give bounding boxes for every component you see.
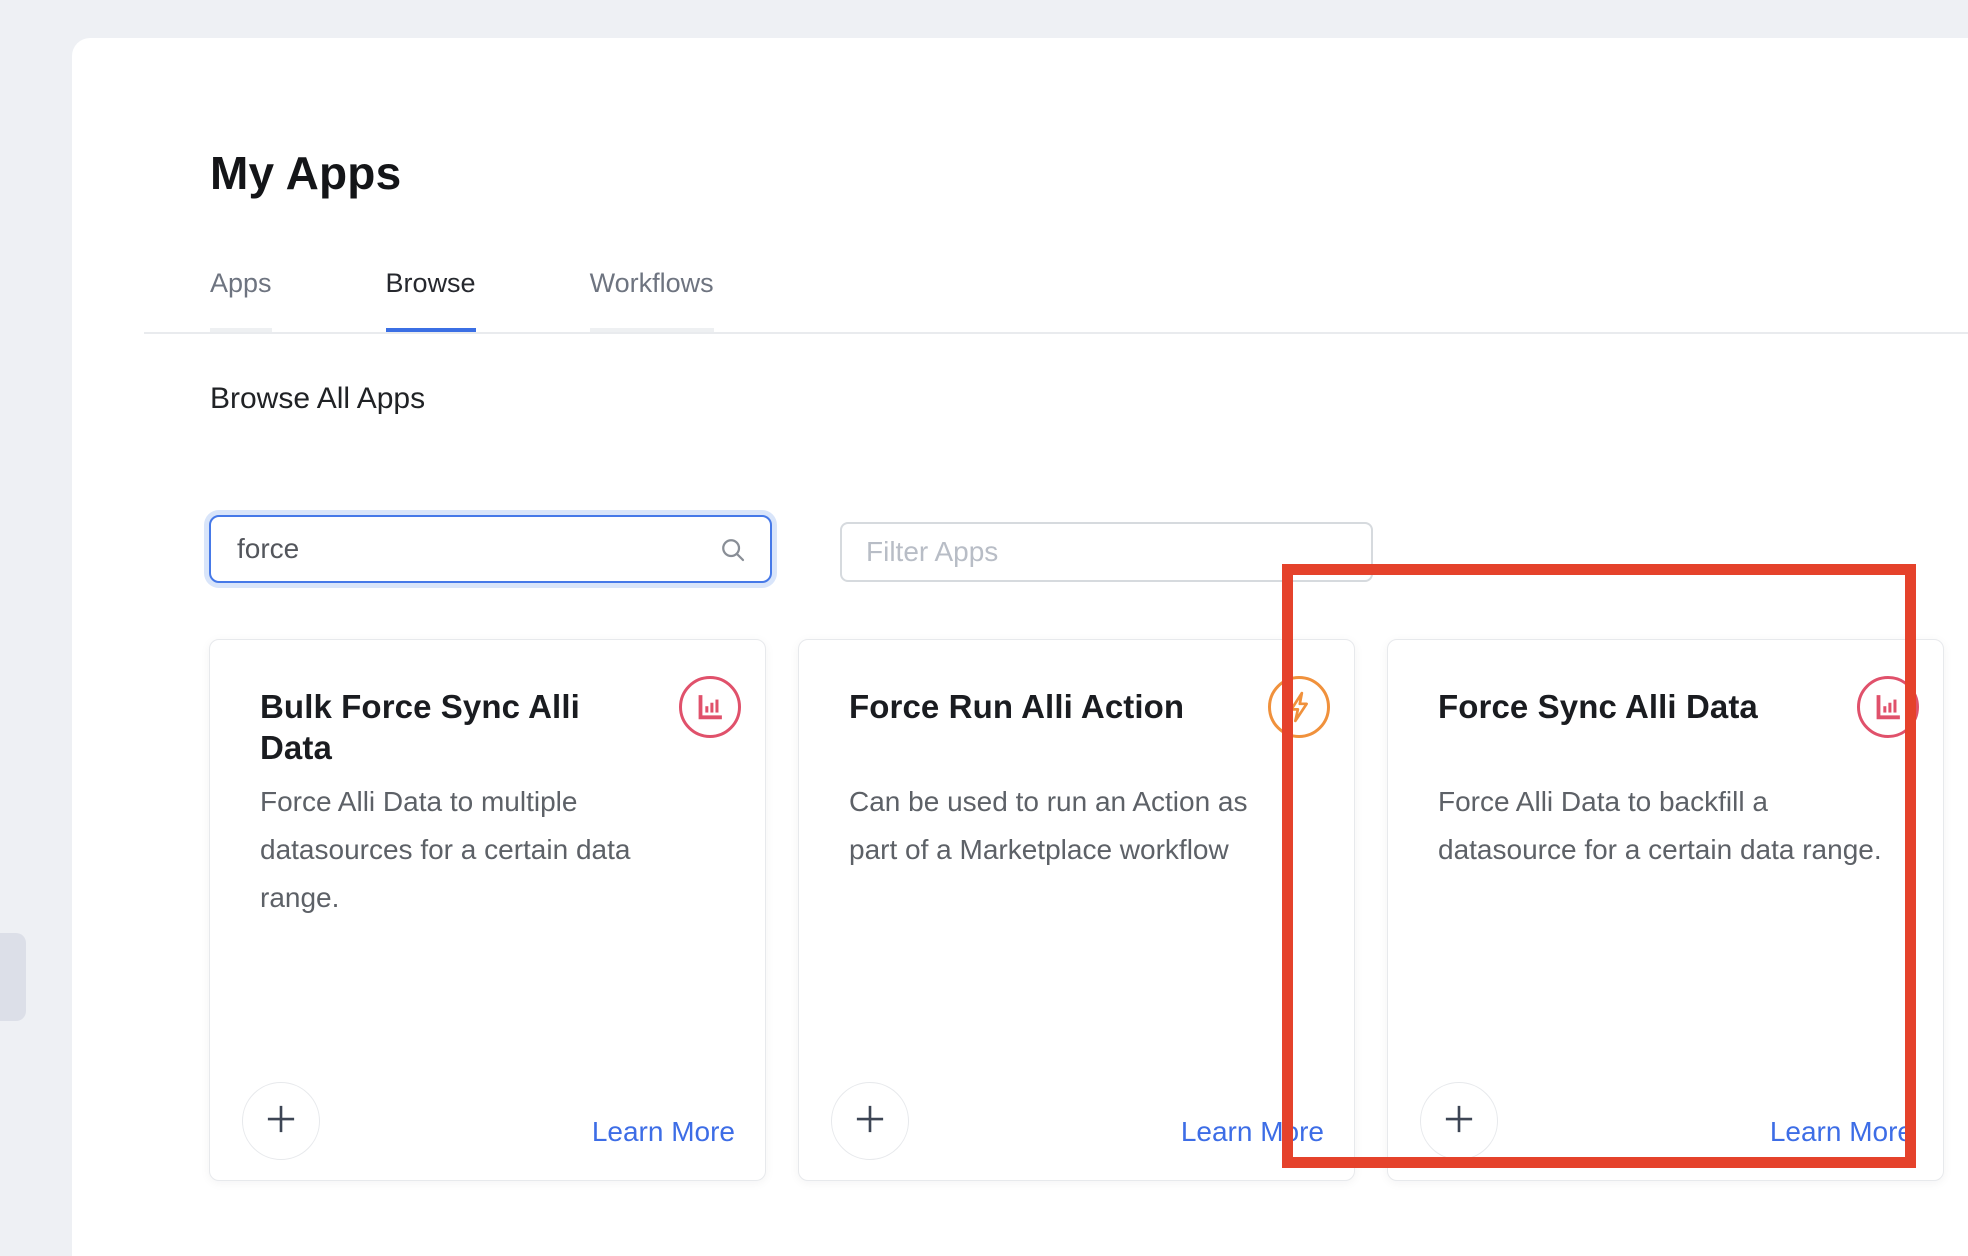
filter-apps-input[interactable] xyxy=(842,524,1371,580)
card-title: Bulk Force Sync Alli Data xyxy=(260,686,660,769)
plus-icon xyxy=(260,1098,302,1145)
plus-icon xyxy=(849,1098,891,1145)
search-icon xyxy=(718,535,748,565)
app-card-bulk-force-sync-alli-data[interactable]: Bulk Force Sync Alli Data Force Alli Dat… xyxy=(209,639,766,1181)
card-description: Force Alli Data to multiple datasources … xyxy=(260,778,710,922)
card-description: Can be used to run an Action as part of … xyxy=(849,778,1299,874)
filter-field-wrap xyxy=(840,522,1373,582)
lightning-icon xyxy=(1268,676,1330,738)
learn-more-link[interactable]: Learn More xyxy=(1770,1116,1913,1148)
tab-bar: Apps Browse Workflows xyxy=(210,268,714,332)
card-title: Force Run Alli Action xyxy=(849,686,1249,727)
learn-more-link[interactable]: Learn More xyxy=(1181,1116,1324,1148)
plus-icon xyxy=(1438,1098,1480,1145)
add-app-button[interactable] xyxy=(831,1082,909,1160)
app-card-force-run-alli-action[interactable]: Force Run Alli Action Can be used to run… xyxy=(798,639,1355,1181)
page-title: My Apps xyxy=(210,146,401,200)
add-app-button[interactable] xyxy=(1420,1082,1498,1160)
tab-workflows[interactable]: Workflows xyxy=(590,268,714,332)
add-app-button[interactable] xyxy=(242,1082,320,1160)
card-description: Force Alli Data to backfill a datasource… xyxy=(1438,778,1888,874)
app-card-force-sync-alli-data[interactable]: Force Sync Alli Data Force Alli Data to … xyxy=(1387,639,1944,1181)
bar-chart-icon xyxy=(1857,676,1919,738)
tab-browse[interactable]: Browse xyxy=(386,268,476,332)
left-rail-tab[interactable] xyxy=(0,933,26,1021)
tabbar-divider xyxy=(144,332,1968,334)
bar-chart-icon xyxy=(679,676,741,738)
search-field-wrap xyxy=(209,515,772,583)
tab-apps[interactable]: Apps xyxy=(210,268,272,332)
section-heading: Browse All Apps xyxy=(210,382,425,416)
main-panel: My Apps Apps Browse Workflows Browse All… xyxy=(72,38,1968,1256)
search-input[interactable] xyxy=(211,517,770,581)
card-title: Force Sync Alli Data xyxy=(1438,686,1838,727)
learn-more-link[interactable]: Learn More xyxy=(592,1116,735,1148)
